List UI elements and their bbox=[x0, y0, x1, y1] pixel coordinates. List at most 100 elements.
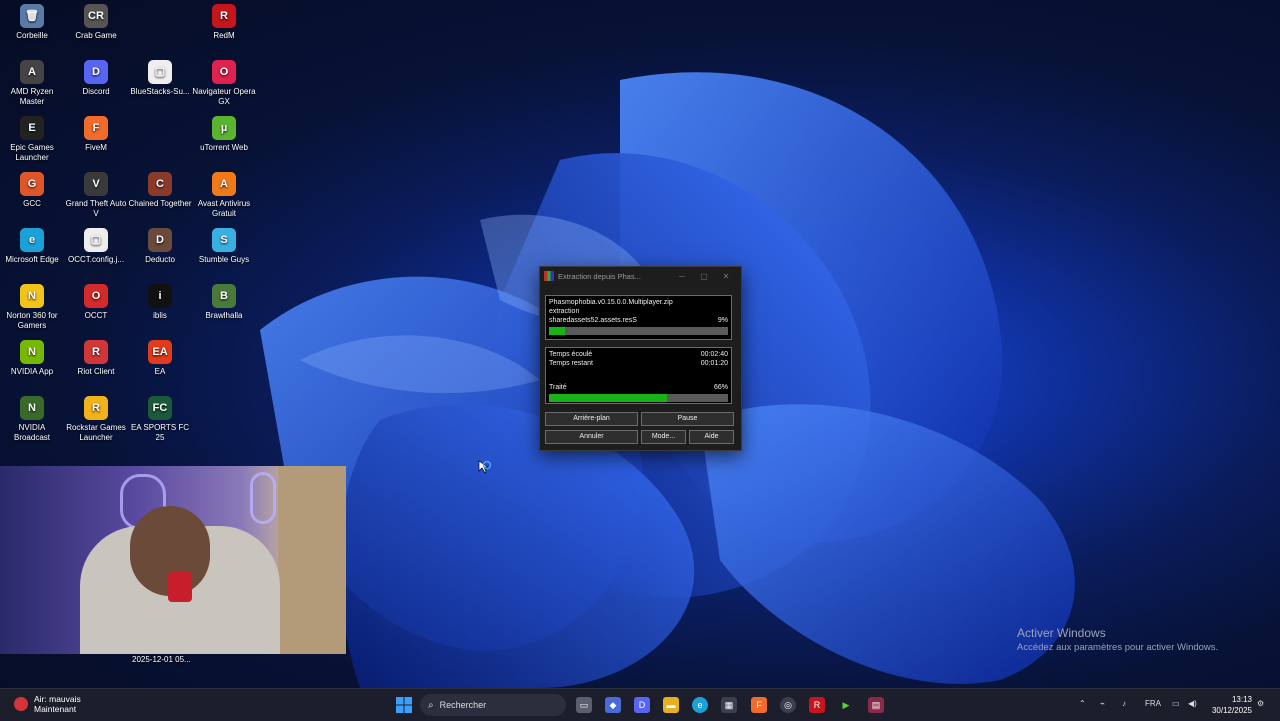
winrar-extraction-dialog: Extraction depuis Phas... ─ ▢ ✕ Phasmoph… bbox=[539, 266, 742, 451]
desktop-icon[interactable]: i iblis bbox=[128, 284, 192, 321]
desktop-icon[interactable]: R Rockstar Games Launcher bbox=[64, 396, 128, 443]
webcam-overlay bbox=[0, 466, 346, 654]
desktop-icon[interactable]: V Grand Theft Auto V bbox=[64, 172, 128, 219]
elapsed-value: 00:02:40 bbox=[700, 351, 728, 358]
desktop-icon-label: Grand Theft Auto V bbox=[65, 199, 127, 218]
desktop-icon[interactable]: A Avast Antivirus Gratuit bbox=[192, 172, 256, 219]
background-button[interactable]: Arrière-plan bbox=[545, 412, 638, 426]
desktop-icon[interactable]: E Epic Games Launcher bbox=[0, 116, 64, 163]
desktop-icon[interactable]: S Stumble Guys bbox=[192, 228, 256, 265]
desktop-icon-label: Riot Client bbox=[77, 367, 115, 376]
copilot-icon[interactable]: ◆ bbox=[605, 697, 621, 713]
desktop-icon[interactable]: µ uTorrent Web bbox=[192, 116, 256, 153]
file-explorer-icon[interactable]: ▬ bbox=[663, 697, 679, 713]
search-icon: ⌕ bbox=[428, 699, 434, 711]
action-label: extraction bbox=[549, 308, 580, 315]
webcam-background-door bbox=[278, 466, 346, 654]
app-icon: EA bbox=[148, 340, 172, 364]
desktop-icon[interactable]: N NVIDIA App bbox=[0, 340, 64, 377]
chevron-up-icon[interactable]: ⌃ bbox=[1079, 699, 1086, 708]
processed-label: Traité bbox=[549, 384, 567, 391]
notification-bell-icon[interactable]: ⚙ bbox=[1257, 699, 1264, 708]
desktop-icon-label: FiveM bbox=[85, 143, 107, 152]
mode-button[interactable]: Mode... bbox=[641, 430, 686, 444]
search-placeholder: Rechercher bbox=[439, 700, 487, 710]
start-button[interactable] bbox=[396, 697, 412, 713]
app-icon: F bbox=[84, 116, 108, 140]
maximize-icon[interactable]: ▢ bbox=[693, 272, 715, 281]
desktop-icon[interactable]: 🗑 Corbeille bbox=[0, 4, 64, 41]
steam-icon[interactable]: ◎ bbox=[780, 697, 796, 713]
volume-icon[interactable]: ◀) bbox=[1188, 699, 1197, 708]
app-icon: O bbox=[212, 60, 236, 84]
winrar-taskbar-icon[interactable]: ▤ bbox=[868, 697, 884, 713]
desktop-icon[interactable]: C Chained Together bbox=[128, 172, 192, 209]
desktop-icon[interactable]: G GCC bbox=[0, 172, 64, 209]
desktop-icon[interactable]: ▢ BlueStacks-Su... bbox=[128, 60, 192, 97]
desktop-icon[interactable]: D Discord bbox=[64, 60, 128, 97]
redm-taskbar-icon[interactable]: R bbox=[809, 697, 825, 713]
system-clock[interactable]: 13:13 30/12/2025 bbox=[1204, 694, 1252, 716]
desktop-icon[interactable]: F FiveM bbox=[64, 116, 128, 153]
taskbar-search[interactable]: ⌕ Rechercher bbox=[420, 694, 566, 716]
fivem-taskbar-icon[interactable]: F bbox=[751, 697, 767, 713]
edge-taskbar-icon[interactable]: e bbox=[692, 697, 708, 713]
neon-light bbox=[250, 472, 276, 524]
desktop-icon-label: AMD Ryzen Master bbox=[10, 87, 54, 106]
desktop-icon-label: Navigateur Opera GX bbox=[192, 87, 256, 106]
monitor-icon[interactable]: ▭ bbox=[1172, 699, 1180, 708]
desktop-icon-label: BlueStacks-Su... bbox=[130, 87, 190, 96]
dialog-titlebar[interactable]: Extraction depuis Phas... ─ ▢ ✕ bbox=[540, 267, 741, 285]
file-progress-panel: Phasmophobia.v0.15.0.0.Multiplayer.zip e… bbox=[545, 295, 732, 340]
app-icon: E bbox=[20, 116, 44, 140]
app-icon: µ bbox=[212, 116, 236, 140]
pause-button[interactable]: Pause bbox=[641, 412, 734, 426]
desktop-icon[interactable]: CR Crab Game bbox=[64, 4, 128, 41]
desktop-icon[interactable]: FC EA SPORTS FC 25 bbox=[128, 396, 192, 443]
desktop-icon[interactable]: R Riot Client bbox=[64, 340, 128, 377]
desktop-icon[interactable]: R RedM bbox=[192, 4, 256, 41]
desktop-icon[interactable]: B Brawlhalla bbox=[192, 284, 256, 321]
desktop-icon-label: Discord bbox=[82, 87, 110, 96]
language-indicator[interactable]: FRA bbox=[1145, 699, 1161, 708]
app-icon: ▢ bbox=[84, 228, 108, 252]
network-icon[interactable]: ⌁ bbox=[1100, 699, 1105, 708]
busy-cursor-icon bbox=[478, 460, 492, 474]
weather-subtitle: Maintenant bbox=[34, 704, 77, 714]
close-icon[interactable]: ✕ bbox=[715, 272, 737, 281]
desktop-icon[interactable]: O OCCT bbox=[64, 284, 128, 321]
discord-taskbar-icon[interactable]: D bbox=[634, 697, 650, 713]
desktop-icon-label: Deducto bbox=[145, 255, 175, 264]
minimize-icon[interactable]: ─ bbox=[671, 272, 693, 281]
help-button[interactable]: Aide bbox=[689, 430, 734, 444]
microphone-icon[interactable]: ♪ bbox=[1122, 699, 1126, 708]
store-icon[interactable]: ▦ bbox=[721, 697, 737, 713]
app-icon: V bbox=[84, 172, 108, 196]
app-icon: R bbox=[84, 396, 108, 420]
desktop-icon-label: Microsoft Edge bbox=[5, 255, 59, 264]
desktop-icon[interactable]: N NVIDIA Broadcast bbox=[0, 396, 64, 443]
desktop-icon[interactable]: ▢ OCCT.config.j... bbox=[64, 228, 128, 265]
taskbar: Air: mauvais Maintenant ⌕ Rechercher ▭ ◆… bbox=[0, 688, 1280, 721]
clock-date: 30/12/2025 bbox=[1211, 706, 1252, 715]
desktop-icon[interactable]: D Deducto bbox=[128, 228, 192, 265]
file-percent: 9% bbox=[717, 317, 728, 324]
cancel-button[interactable]: Annuler bbox=[545, 430, 638, 444]
app-icon: N bbox=[20, 340, 44, 364]
task-view-icon[interactable]: ▭ bbox=[576, 697, 592, 713]
desktop-icon[interactable]: O Navigateur Opera GX bbox=[192, 60, 256, 107]
app-icon: R bbox=[212, 4, 236, 28]
desktop-icon[interactable]: A AMD Ryzen Master bbox=[0, 60, 64, 107]
app-icon: D bbox=[148, 228, 172, 252]
desktop-icon[interactable]: e Microsoft Edge bbox=[0, 228, 64, 265]
current-file: sharedassets52.assets.resS bbox=[549, 317, 637, 324]
desktop-icon[interactable]: EA EA bbox=[128, 340, 192, 377]
desktop-icon-label: Epic Games Launcher bbox=[10, 143, 54, 162]
webcam-timestamp: 2025-12-01 05... bbox=[132, 655, 191, 664]
play-icon[interactable]: ▶ bbox=[838, 697, 854, 713]
app-icon: O bbox=[84, 284, 108, 308]
file-progress-fill bbox=[549, 327, 566, 335]
desktop-icon[interactable]: N Norton 360 for Gamers bbox=[0, 284, 64, 331]
app-icon: CR bbox=[84, 4, 108, 28]
weather-widget[interactable]: Air: mauvais Maintenant bbox=[14, 694, 81, 714]
